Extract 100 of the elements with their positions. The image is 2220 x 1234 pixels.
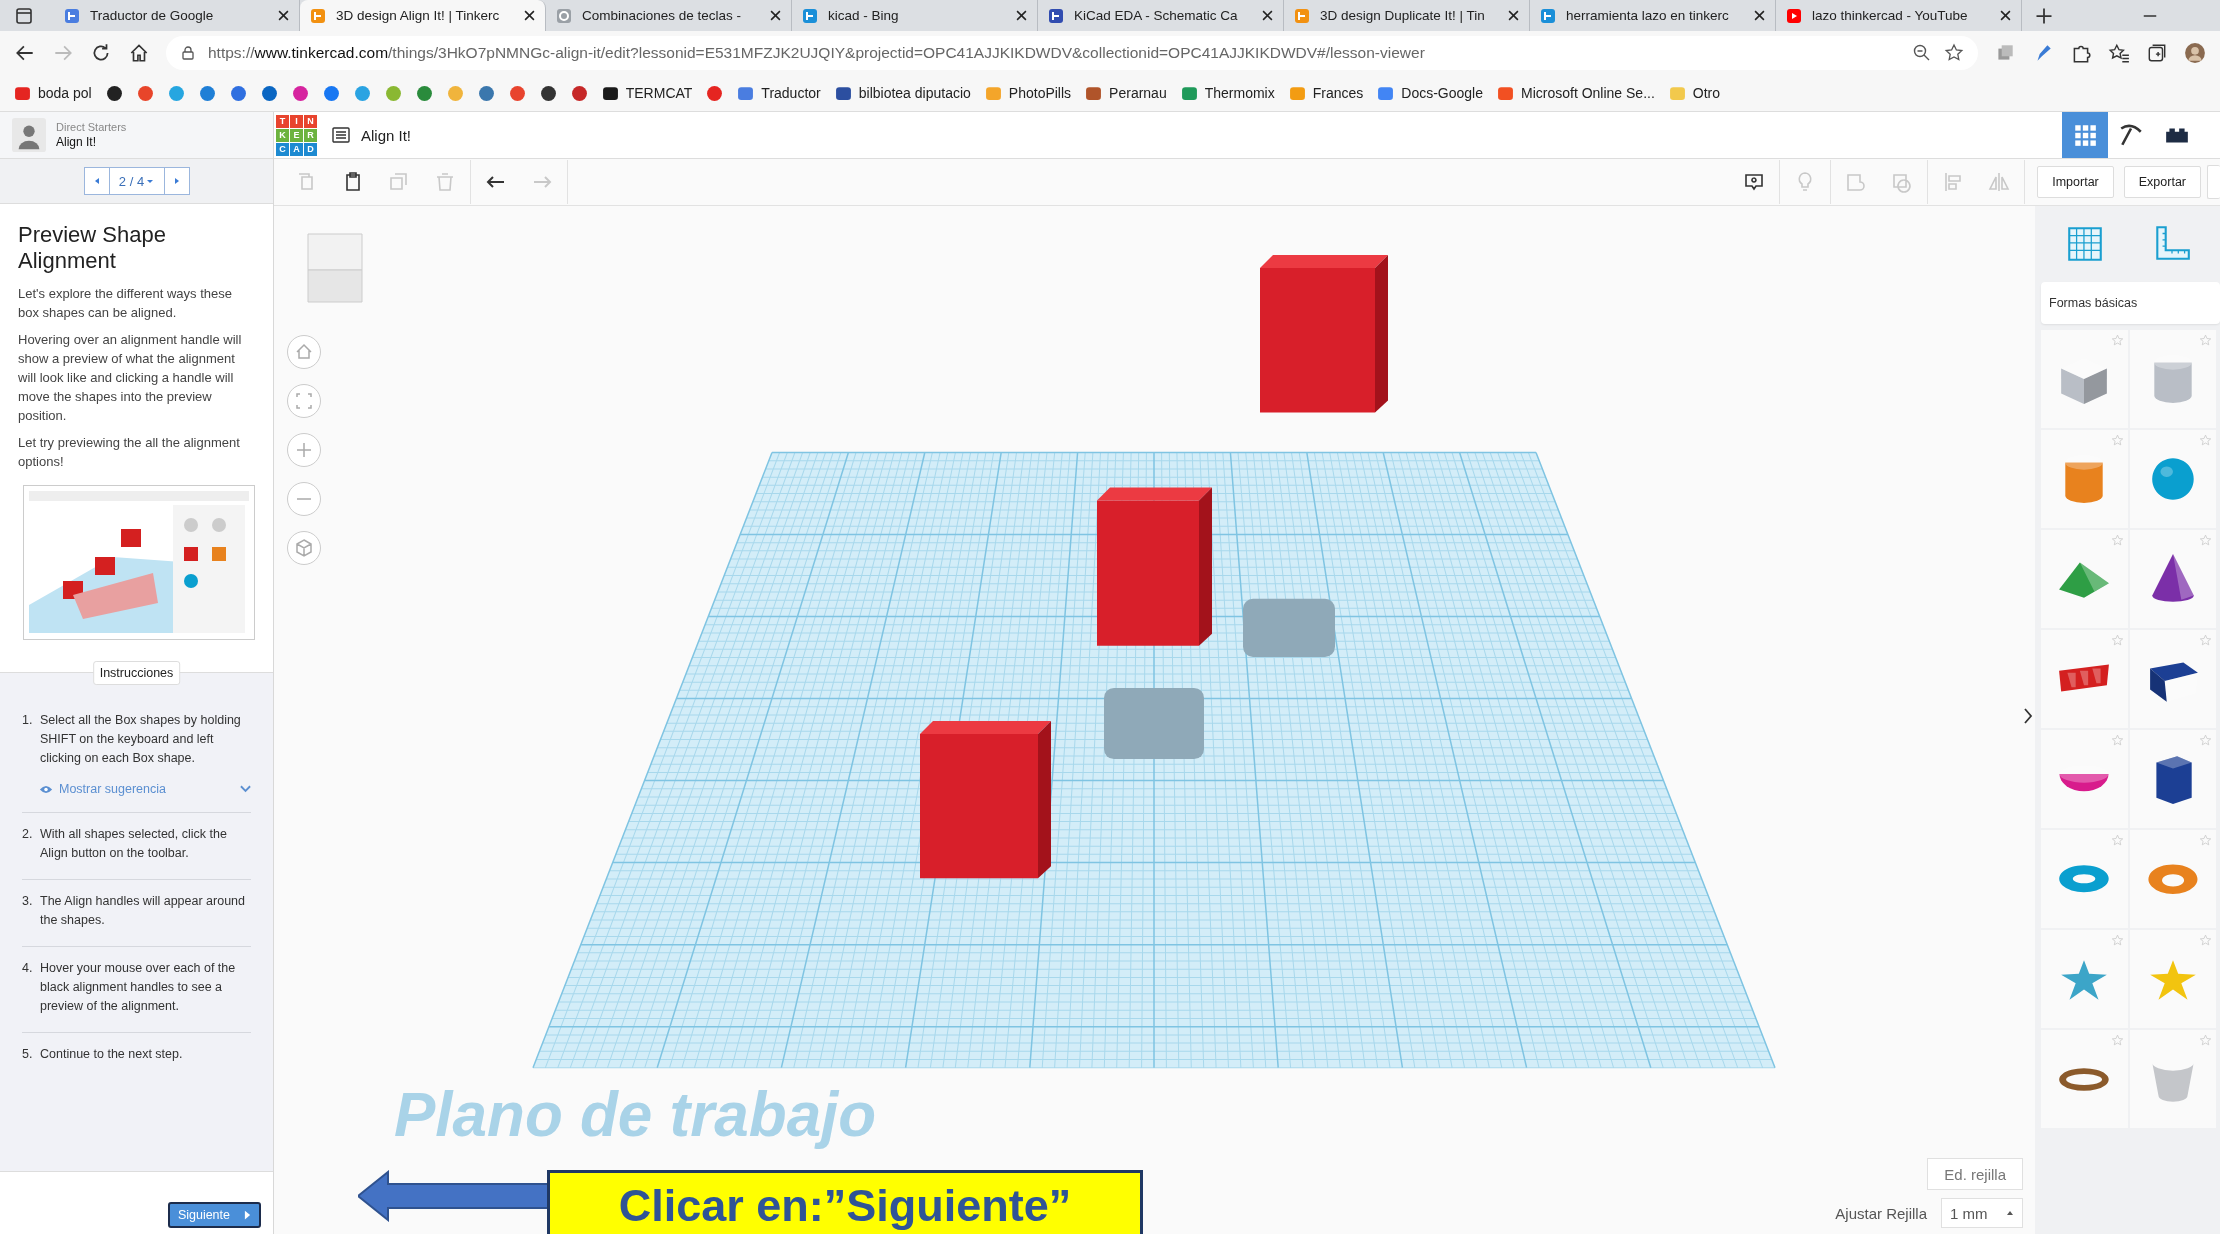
avatar-icon [12, 118, 46, 152]
previous-step-button[interactable] [83, 167, 110, 195]
shape-tile[interactable] [2129, 430, 2216, 528]
home-icon[interactable] [128, 42, 150, 64]
step-number: 5. [22, 1046, 34, 1063]
close-icon[interactable] [770, 10, 781, 21]
lesson-paragraph: Let's explore the different ways these box shapes can be aligned. [18, 285, 233, 322]
close-icon[interactable] [2000, 10, 2011, 21]
star-icon[interactable] [2199, 534, 2212, 547]
close-icon[interactable] [1508, 10, 1519, 21]
star-icon[interactable] [2110, 1034, 2124, 1047]
star-icon[interactable] [2199, 434, 2212, 447]
bookmark-icon [834, 84, 852, 102]
star-icon[interactable] [2110, 534, 2124, 547]
address-field[interactable]: https://www.tinkercad.com/things/3HkO7pNMNGc-align-it/edit?lessonid=E531MFZJK2UJQIY&projectid=OPC41AJJKIKDWDV&collectionid=OPC41AJJKIKDWDV#/lesson-viewer [166, 36, 1978, 70]
design-title[interactable]: Align It! [361, 126, 412, 144]
star-icon[interactable] [2110, 334, 2124, 347]
instructions-tab[interactable]: Instrucciones [92, 661, 181, 685]
tinkercad-logo[interactable]: T I N K E R C A D [276, 114, 317, 156]
star-icon[interactable] [2199, 734, 2212, 747]
site-favicon [64, 7, 80, 24]
star-icon[interactable] [2110, 734, 2124, 747]
bookmark-link[interactable]: PhotoPills [984, 84, 1072, 102]
shape-tile[interactable] [2129, 330, 2216, 428]
bookmark-link[interactable]: Traductor [737, 84, 821, 102]
star-icon[interactable] [2199, 834, 2212, 847]
next-step-button[interactable] [163, 167, 190, 195]
shape-tile[interactable] [2041, 330, 2128, 428]
star-icon[interactable] [2110, 434, 2124, 447]
shape-tile[interactable] [2041, 730, 2128, 828]
caret-right-icon [172, 177, 181, 185]
shape-tile[interactable] [2129, 1030, 2216, 1128]
star-icon[interactable] [2110, 634, 2124, 647]
shape-tile[interactable] [2041, 1030, 2128, 1128]
bookmark-link[interactable]: Microsoft Online Se... [1497, 84, 1655, 102]
torus-shape-icon [2057, 863, 2112, 895]
zoom-out-icon[interactable] [1912, 43, 1932, 63]
star-icon[interactable] [2199, 934, 2212, 947]
shape-tile[interactable] [2041, 830, 2128, 928]
site-favicon [310, 7, 326, 24]
bookmark-icon[interactable] [539, 84, 557, 102]
import-button[interactable]: Importar [2037, 166, 2114, 198]
panel-toggle-icon[interactable] [2023, 706, 2033, 726]
bookmark-link[interactable]: TERMCAT [601, 84, 693, 102]
home-view-icon[interactable] [286, 334, 322, 370]
shape-tile[interactable] [2041, 430, 2128, 528]
zoom-in-icon[interactable] [286, 432, 322, 468]
fit-view-icon[interactable] [286, 383, 322, 419]
close-icon[interactable] [1262, 10, 1273, 21]
export-button[interactable]: Exportar [2123, 166, 2201, 198]
snap-grid-dropdown[interactable]: 1 mm [1941, 1198, 2023, 1228]
bookmark-link[interactable]: boda pol [14, 84, 92, 102]
bookmark-icon [14, 84, 31, 102]
project-group: Direct Starters [56, 121, 127, 133]
caret-icon [2006, 1209, 2014, 1217]
bookmark-link[interactable]: Docs-Google [1377, 84, 1483, 102]
bookmark-icon [1668, 84, 1686, 102]
close-icon[interactable] [278, 10, 289, 21]
star-icon[interactable] [2199, 634, 2212, 647]
tab-actions-icon[interactable] [14, 5, 34, 26]
bookmark-icon[interactable] [105, 84, 123, 102]
shape-tile[interactable] [2041, 530, 2128, 628]
chevron-icon[interactable] [240, 785, 251, 793]
shape-tile[interactable] [2041, 630, 2128, 728]
shape-tile[interactable] [2129, 930, 2216, 1028]
bookmark-link[interactable]: Otro [1668, 84, 1721, 102]
site-favicon [556, 7, 572, 24]
collections-icon[interactable] [2146, 42, 2168, 64]
bookmark-link[interactable]: Thermomix [1180, 84, 1275, 102]
browser-tab[interactable]: 3D design Align It! | Tinkerc [300, 0, 546, 31]
list-icon[interactable] [331, 125, 351, 145]
close-icon[interactable] [524, 10, 535, 21]
close-icon[interactable] [1016, 10, 1027, 21]
shape-tile[interactable] [2041, 930, 2128, 1028]
box-shape[interactable] [1097, 487, 1212, 646]
star-icon[interactable] [2199, 1034, 2212, 1047]
workplane-grid[interactable] [532, 451, 1776, 1069]
profile-avatar-icon[interactable] [2184, 42, 2206, 64]
box-shape[interactable] [1260, 255, 1388, 413]
star-icon[interactable] [2199, 334, 2212, 347]
favorites-icon[interactable] [2108, 42, 2130, 64]
star-icon[interactable] [2110, 834, 2124, 847]
shape-tile[interactable] [2129, 530, 2216, 628]
step-selector[interactable]: 2 / 4 [109, 167, 164, 195]
star-icon[interactable] [2110, 934, 2124, 947]
site-favicon [1048, 7, 1064, 24]
bookmark-link[interactable]: Perarnau [1085, 84, 1167, 102]
box-shape[interactable] [920, 721, 1051, 879]
step-number: 3. [22, 893, 34, 910]
bookmark-icon [737, 84, 755, 102]
bookmark-link[interactable]: Frances [1288, 84, 1364, 102]
shape-tile[interactable] [2129, 730, 2216, 828]
close-icon[interactable] [1754, 10, 1765, 21]
edit-grid-button[interactable]: Ed. rejilla [1927, 1158, 2023, 1190]
add-favorite-icon[interactable] [1944, 43, 1964, 63]
shape-tile[interactable] [2129, 830, 2216, 928]
bookmark-link[interactable]: bilbiotea diputacio [834, 84, 971, 102]
perspective-icon[interactable] [286, 530, 322, 566]
shape-tile[interactable] [2129, 630, 2216, 728]
shape-category-dropdown[interactable]: Formas básicas [2041, 282, 2220, 324]
